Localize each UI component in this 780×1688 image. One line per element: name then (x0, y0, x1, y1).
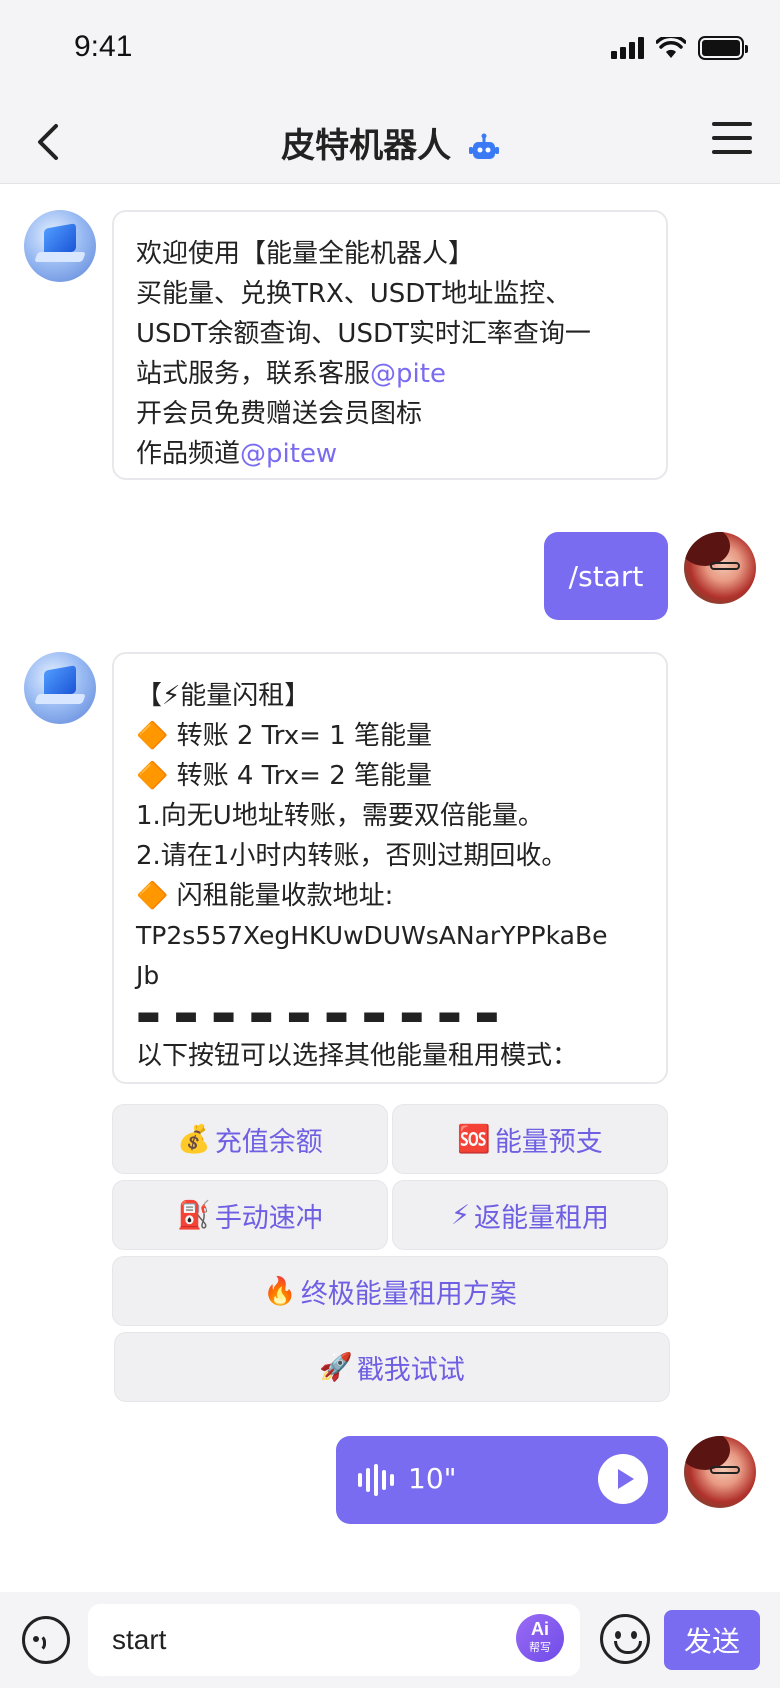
user-message-text: /start (568, 559, 644, 593)
note-line: 1.向无U地址转账，需要双倍能量。 (136, 801, 544, 831)
play-button[interactable] (598, 1454, 648, 1504)
button-label: 返能量租用 (473, 1202, 609, 1234)
energy-title: 【⚡能量闪租】 (136, 681, 311, 711)
ultimate-rent-plan-button[interactable]: 🔥 终极能量租用方案 (112, 1256, 668, 1326)
button-label: 终极能量租用方案 (300, 1278, 517, 1310)
divider-line: ▬ ▬ ▬ ▬ ▬ ▬ ▬ ▬ ▬ ▬ (136, 1001, 502, 1031)
recharge-balance-button[interactable]: 💰 充值余额 (112, 1104, 388, 1174)
ai-label: Ai (531, 1619, 549, 1639)
button-label: 能量预支 (494, 1126, 603, 1158)
ai-sub-label: 帮写 (529, 1641, 551, 1654)
waveform-icon (358, 1464, 394, 1496)
lightning-icon: ⚡ (451, 1199, 470, 1231)
orange-diamond-icon: 🔶 (136, 761, 169, 791)
orange-diamond-icon: 🔶 (136, 881, 169, 911)
address-label-line: 🔶 闪租能量收款地址: (136, 876, 644, 916)
footer-text: 以下按钮可以选择其他能量租用模式： (136, 1041, 579, 1071)
money-bag-icon: 💰 (177, 1124, 211, 1155)
status-icons (611, 36, 748, 60)
cellular-signal-icon (611, 37, 644, 59)
user-avatar[interactable] (684, 532, 756, 604)
emoji-icon[interactable] (600, 1614, 650, 1664)
address-label: 闪租能量收款地址: (176, 881, 394, 911)
sos-icon: 🆘 (457, 1124, 491, 1155)
fire-icon: 🔥 (263, 1276, 297, 1307)
rate-text: 转账 2 Trx= 1 笔能量 (176, 721, 433, 751)
try-me-button[interactable]: 🚀 戳我试试 (114, 1332, 670, 1402)
bot-avatar[interactable] (24, 652, 96, 724)
rate-text: 转账 4 Trx= 2 笔能量 (176, 761, 433, 791)
user-message: /start (544, 532, 668, 620)
wifi-icon (656, 37, 686, 58)
message-line: 欢迎使用【能量全能机器人】 (136, 239, 475, 269)
input-bar: Ai 帮写 发送 (0, 1592, 780, 1688)
button-label: 手动速冲 (214, 1202, 323, 1234)
battery-icon (698, 36, 748, 60)
rate-line: 🔶 转账 4 Trx= 2 笔能量 (136, 756, 644, 796)
bot-avatar[interactable] (24, 210, 96, 282)
message-line: 作品频道@pitew (136, 434, 644, 474)
voice-message[interactable]: 10" (336, 1436, 668, 1524)
voice-input-toggle-icon[interactable] (22, 1616, 70, 1664)
button-label: 充值余额 (214, 1126, 323, 1158)
return-energy-rent-button[interactable]: ⚡ 返能量租用 (392, 1180, 668, 1250)
mention-link-service[interactable]: @pite (370, 359, 446, 389)
voice-duration: 10" (408, 1462, 457, 1495)
nav-bar: 皮特机器人 (0, 100, 780, 184)
ai-write-button[interactable]: Ai 帮写 (516, 1614, 564, 1662)
fuel-pump-icon: ⛽ (177, 1200, 211, 1231)
rocket-icon: 🚀 (319, 1352, 353, 1383)
button-label: 戳我试试 (356, 1354, 465, 1386)
send-button[interactable]: 发送 (664, 1610, 760, 1670)
robot-icon (468, 133, 499, 159)
message-line: USDT余额查询、USDT实时汇率查询一 (136, 319, 591, 349)
mention-link-channel[interactable]: @pitew (240, 439, 337, 469)
chat-title: 皮特机器人 (0, 118, 780, 167)
energy-rent-message: 【⚡能量闪租】 🔶 转账 2 Trx= 1 笔能量 🔶 转账 4 Trx= 2 … (112, 652, 668, 1084)
rate-line: 🔶 转账 2 Trx= 1 笔能量 (136, 716, 644, 756)
menu-button[interactable] (712, 122, 752, 162)
message-input[interactable] (88, 1604, 580, 1676)
note-line: 2.请在1小时内转账，否则过期回收。 (136, 841, 568, 871)
welcome-message: 欢迎使用【能量全能机器人】 买能量、兑换TRX、USDT地址监控、 USDT余额… (112, 210, 668, 480)
energy-advance-button[interactable]: 🆘 能量预支 (392, 1104, 668, 1174)
address-text[interactable]: Jb (136, 956, 644, 996)
status-bar: 9:41 (0, 0, 780, 100)
message-line: 买能量、兑换TRX、USDT地址监控、 (136, 279, 572, 309)
message-text: 站式服务，联系客服 (136, 359, 371, 389)
chat-title-text: 皮特机器人 (281, 126, 452, 166)
message-text: 作品频道 (136, 439, 241, 469)
address-text[interactable]: TP2s557XegHKUwDUWsANarYPPkaBe (136, 916, 644, 956)
status-time: 9:41 (74, 30, 133, 63)
message-line: 开会员免费赠送会员图标 (136, 399, 423, 429)
chat-area[interactable]: 欢迎使用【能量全能机器人】 买能量、兑换TRX、USDT地址监控、 USDT余额… (0, 184, 780, 1592)
user-avatar[interactable] (684, 1436, 756, 1508)
message-line: 站式服务，联系客服@pite (136, 354, 644, 394)
orange-diamond-icon: 🔶 (136, 721, 169, 751)
manual-recharge-button[interactable]: ⛽ 手动速冲 (112, 1180, 388, 1250)
